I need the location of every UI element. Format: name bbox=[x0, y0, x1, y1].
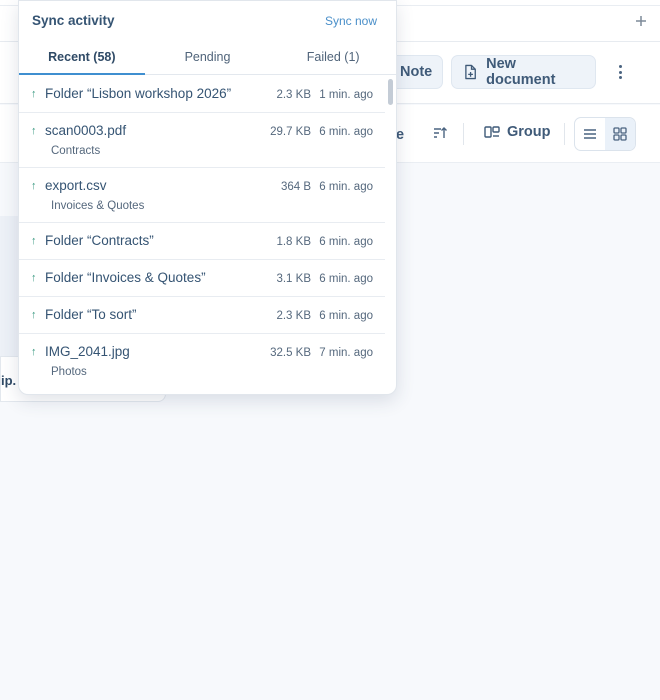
new-document-button[interactable]: New document bbox=[451, 55, 596, 89]
list-item[interactable]: ↑ Folder “Contracts” 1.8 KB 6 min. ago bbox=[19, 223, 385, 260]
sync-activity-popover: Sync activity Sync now Recent (58) Pendi… bbox=[18, 0, 397, 395]
popover-header: Sync activity Sync now bbox=[19, 1, 396, 39]
list-item[interactable]: ↑ export.csv Invoices & Quotes 364 B 6 m… bbox=[19, 168, 385, 223]
arrow-up-icon: ↑ bbox=[31, 180, 37, 192]
item-time: 6 min. ago bbox=[319, 273, 373, 285]
item-time: 6 min. ago bbox=[319, 126, 373, 138]
arrow-up-icon: ↑ bbox=[31, 235, 37, 247]
item-name: Folder “Contracts” bbox=[45, 233, 154, 248]
list-item[interactable]: ↑ scan0003.pdf Contracts 29.7 KB 6 min. … bbox=[19, 113, 385, 168]
add-tab-button[interactable] bbox=[632, 12, 650, 30]
grid-view-button[interactable] bbox=[605, 118, 635, 150]
plus-icon bbox=[636, 16, 646, 26]
sync-activity-list: ↑ Folder “Lisbon workshop 2026” 2.3 KB 1… bbox=[19, 76, 385, 388]
kebab-dot bbox=[618, 76, 622, 79]
more-options-button[interactable] bbox=[612, 62, 628, 82]
item-size: 2.3 KB bbox=[276, 310, 311, 322]
item-size: 2.3 KB bbox=[276, 89, 311, 101]
item-size: 32.5 KB bbox=[270, 347, 311, 359]
sync-now-link[interactable]: Sync now bbox=[325, 14, 377, 28]
tab-recent[interactable]: Recent (58) bbox=[19, 39, 145, 75]
item-name: Folder “Lisbon workshop 2026” bbox=[45, 86, 232, 101]
note-button-label: Note bbox=[400, 64, 433, 80]
arrow-up-icon: ↑ bbox=[31, 346, 37, 358]
grid-view-icon bbox=[613, 127, 627, 141]
sort-field-label[interactable]: e bbox=[396, 127, 404, 143]
scrollbar-thumb[interactable] bbox=[388, 79, 393, 105]
list-item[interactable]: ↑ Folder “Invoices & Quotes” 3.1 KB 6 mi… bbox=[19, 260, 385, 297]
item-time: 1 min. ago bbox=[319, 89, 373, 101]
sort-direction-button[interactable] bbox=[432, 125, 448, 146]
item-time: 6 min. ago bbox=[319, 181, 373, 193]
toolbar-divider bbox=[564, 123, 565, 145]
new-document-icon bbox=[465, 64, 476, 80]
list-scrollbar[interactable] bbox=[385, 76, 396, 388]
sort-icon bbox=[434, 127, 447, 138]
list-view-icon bbox=[584, 129, 596, 139]
view-mode-toggle bbox=[574, 117, 636, 151]
kebab-dot bbox=[618, 70, 622, 74]
tab-pending[interactable]: Pending bbox=[145, 39, 271, 74]
kebab-dot bbox=[618, 65, 622, 68]
item-time: 6 min. ago bbox=[319, 310, 373, 322]
file-card-name: ip. bbox=[1, 373, 17, 388]
item-size: 364 B bbox=[280, 181, 311, 193]
list-view-button[interactable] bbox=[575, 118, 605, 150]
group-button-label: Group bbox=[507, 124, 551, 140]
arrow-up-icon: ↑ bbox=[31, 272, 37, 284]
arrow-up-icon: ↑ bbox=[31, 309, 37, 321]
list-item[interactable]: ↑ IMG_2041.jpg Photos 32.5 KB 7 min. ago bbox=[19, 334, 385, 388]
item-size: 3.1 KB bbox=[276, 273, 311, 285]
item-location: Photos bbox=[51, 366, 87, 378]
file-card-preview[interactable] bbox=[0, 216, 20, 358]
item-size: 29.7 KB bbox=[270, 126, 311, 138]
toolbar-divider bbox=[463, 123, 464, 145]
list-item[interactable]: ↑ Folder “Lisbon workshop 2026” 2.3 KB 1… bbox=[19, 76, 385, 113]
new-document-label: New document bbox=[486, 56, 556, 88]
item-size: 1.8 KB bbox=[276, 236, 311, 248]
arrow-up-icon: ↑ bbox=[31, 125, 37, 137]
item-name: IMG_2041.jpg bbox=[45, 344, 130, 359]
tab-failed[interactable]: Failed (1) bbox=[270, 39, 396, 74]
popover-title: Sync activity bbox=[32, 13, 115, 28]
arrow-up-icon: ↑ bbox=[31, 88, 37, 100]
item-time: 7 min. ago bbox=[319, 347, 373, 359]
item-name: scan0003.pdf bbox=[45, 123, 127, 138]
list-item[interactable]: ↑ Folder “To sort” 2.3 KB 6 min. ago bbox=[19, 297, 385, 334]
sync-tabs: Recent (58) Pending Failed (1) bbox=[19, 39, 396, 75]
item-name: Folder “To sort” bbox=[45, 307, 137, 322]
item-name: export.csv bbox=[45, 178, 107, 193]
item-time: 6 min. ago bbox=[319, 236, 373, 248]
group-button[interactable]: Group bbox=[484, 124, 551, 140]
group-icon bbox=[484, 126, 500, 138]
item-name: Folder “Invoices & Quotes” bbox=[45, 270, 206, 285]
item-location: Invoices & Quotes bbox=[51, 200, 145, 212]
item-location: Contracts bbox=[51, 145, 101, 157]
